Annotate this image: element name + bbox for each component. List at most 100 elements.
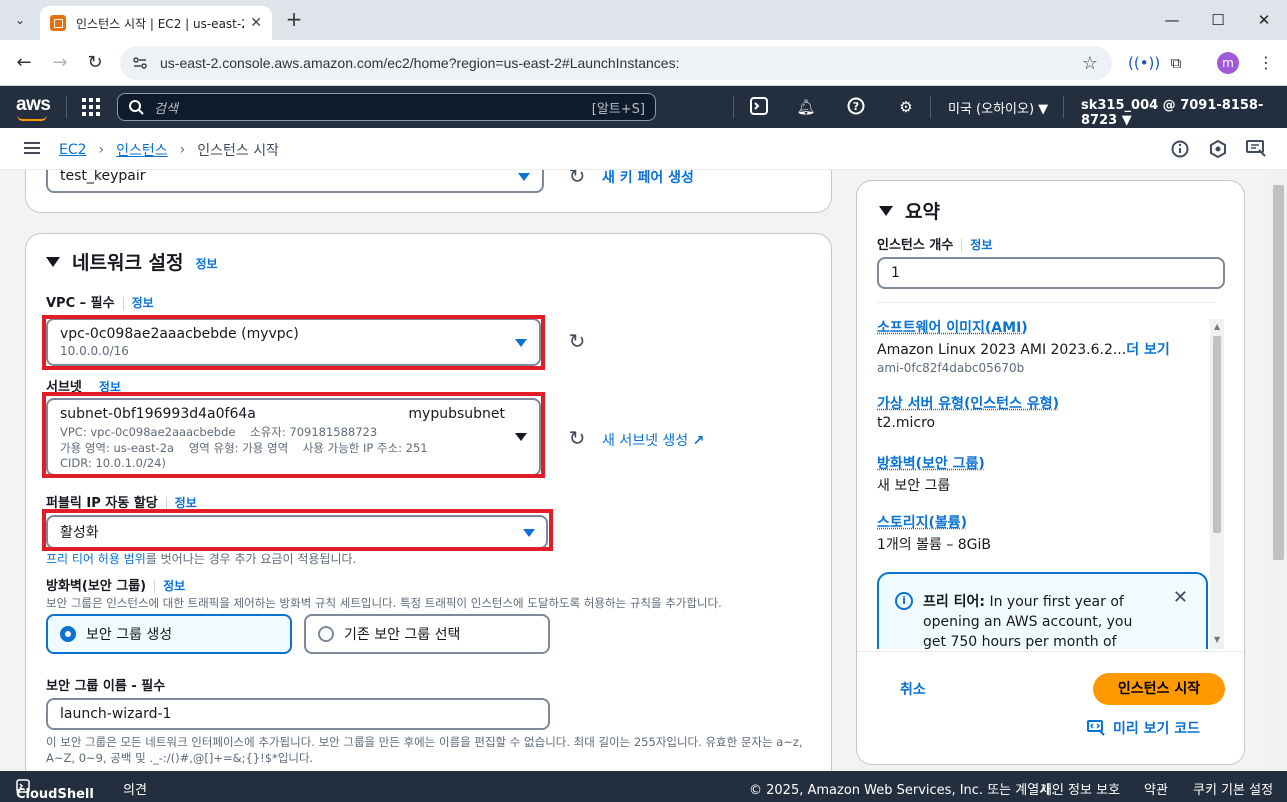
free-tier-title: 프리 티어: (923, 594, 985, 610)
info-circle-icon[interactable] (1170, 140, 1190, 160)
page-scroll-thumb[interactable] (1273, 185, 1284, 560)
feedback-link[interactable]: 의견 (123, 779, 147, 798)
shield-icon[interactable] (1208, 139, 1228, 160)
privacy-link[interactable]: 개인 정보 보호 (1040, 779, 1120, 798)
browser-menu-icon[interactable]: ⋮ (1258, 52, 1274, 74)
breadcrumb: EC2 › 인스턴스 › 인스턴스 시작 (59, 140, 279, 160)
firewall-summary-link[interactable]: 방화벽(보안 그룹) (877, 453, 985, 473)
account-menu[interactable]: sk315_004 @ 7091-8158-8723 ▼ (1081, 98, 1287, 128)
breadcrumb-current: 인스턴스 시작 (197, 143, 280, 159)
info-icon: i (895, 592, 913, 610)
launch-instance-button[interactable]: 인스턴스 시작 (1093, 673, 1225, 705)
vpc-label-row: VPC – 필수 정보 (46, 292, 154, 311)
instance-count-info-link[interactable]: 정보 (970, 238, 992, 252)
tab-close-icon[interactable]: ✕ (250, 15, 262, 31)
create-keypair-link[interactable]: 새 키 페어 생성 (602, 170, 694, 187)
refresh-vpc-icon[interactable]: ↻ (567, 331, 587, 351)
keypair-select-value: test_keypair (60, 170, 146, 184)
preview-code-button[interactable]: 미리 보기 코드 (1087, 718, 1200, 738)
ami-value-row: Amazon Linux 2023 AMI 2023.6.2...더 보기 (877, 339, 1170, 359)
keypair-select[interactable]: test_keypair (46, 170, 544, 193)
extensions-puzzle-icon[interactable]: ⧉ (1165, 52, 1187, 74)
bookmark-star-icon[interactable]: ☆ (1082, 53, 1098, 74)
instance-count-input[interactable]: 1 (877, 257, 1225, 289)
cloudshell-icon[interactable] (749, 97, 769, 117)
summary-details-scroll[interactable]: 소프트웨어 이미지(AMI) Amazon Linux 2023 AMI 202… (877, 317, 1208, 649)
storage-value: 1개의 볼륨 – 8GiB (877, 537, 992, 553)
breadcrumb-instances[interactable]: 인스턴스 (116, 140, 168, 160)
cloudshell-button[interactable]: CloudShell (16, 779, 94, 802)
aws-search-input[interactable]: 검색 [알트+S] (117, 93, 656, 121)
services-grid-icon[interactable] (82, 98, 100, 116)
vpc-label: VPC – 필수 (46, 296, 115, 311)
browser-toolbar: ← → ↻ us-east-2.console.aws.amazon.com/e… (0, 40, 1287, 86)
region-selector[interactable]: 미국 (오하이오) ▼ (948, 98, 1048, 117)
refresh-subnet-icon[interactable]: ↻ (567, 428, 587, 448)
search-placeholder: 검색 (154, 101, 178, 117)
highlight-subnet (42, 392, 545, 478)
summary-title: 요약 (905, 201, 940, 223)
scroll-down-arrow-icon[interactable]: ▼ (1214, 635, 1220, 644)
extension-broadcast-icon[interactable]: ((•)) (1128, 52, 1160, 74)
firewall-description: 보안 그룹은 인스턴스에 대한 트래픽을 제어하는 방화벽 규칙 세트입니다. … (46, 596, 722, 610)
network-settings-header[interactable]: 네트워크 설정 정보 (46, 248, 218, 275)
address-bar[interactable]: us-east-2.console.aws.amazon.com/ec2/hom… (120, 46, 1112, 80)
network-settings-panel: 네트워크 설정 정보 VPC – 필수 정보 vpc-0c098ae2aaacbe… (25, 233, 832, 771)
create-security-group-option[interactable]: 보안 그룹 생성 (46, 614, 292, 654)
reload-icon[interactable]: ↻ (83, 51, 107, 75)
summary-header[interactable]: 요약 (879, 197, 940, 224)
vpc-info-link[interactable]: 정보 (132, 296, 154, 310)
caret-down-icon (518, 173, 530, 181)
browser-tab-bar: ⌄ 인스턴스 시작 | EC2 | us-east-2 ✕ + — ☐ ✕ (0, 0, 1287, 40)
aws-favicon-icon (50, 15, 66, 31)
notifications-bell-icon[interactable]: 🔔︎ (796, 97, 816, 117)
network-settings-title: 네트워크 설정 (72, 252, 184, 274)
minimize-icon[interactable]: — (1149, 8, 1195, 32)
scroll-up-arrow-icon[interactable]: ▲ (1214, 322, 1220, 331)
cancel-button[interactable]: 취소 (900, 679, 926, 699)
instance-count-value: 1 (891, 265, 900, 281)
firewall-info-link[interactable]: 정보 (163, 579, 185, 593)
network-info-link[interactable]: 정보 (196, 255, 218, 272)
ami-more-link[interactable]: 더 보기 (1126, 342, 1170, 358)
feedback-screen-icon[interactable] (1246, 140, 1266, 160)
free-tier-link[interactable]: 프리 티어 허용 범위 (46, 552, 146, 566)
svg-text:?: ? (853, 100, 859, 113)
search-shortcut: [알트+S] (591, 101, 645, 117)
new-tab-plus-icon[interactable]: + (282, 8, 306, 32)
summary-scroll-thumb[interactable] (1213, 336, 1221, 533)
back-arrow-icon[interactable]: ← (12, 51, 36, 75)
storage-link[interactable]: 스토리지(볼륨) (877, 512, 991, 532)
terms-link[interactable]: 약관 (1144, 779, 1168, 798)
aws-logo[interactable]: aws (16, 94, 51, 121)
external-link-icon: ↗ (692, 433, 705, 449)
dismiss-close-icon[interactable]: ✕ (1173, 588, 1188, 608)
window-close-icon[interactable]: ✕ (1241, 8, 1287, 32)
ami-link[interactable]: 소프트웨어 이미지(AMI) (877, 317, 1170, 337)
site-info-icon[interactable] (132, 55, 148, 71)
console-footer: CloudShell 의견 © 2025, Amazon Web Service… (0, 771, 1287, 802)
maximize-icon[interactable]: ☐ (1195, 8, 1241, 32)
sg-name-input[interactable]: launch-wizard-1 (46, 698, 550, 730)
side-nav-menu-icon[interactable] (24, 142, 40, 154)
breadcrumb-ec2[interactable]: EC2 (59, 142, 87, 158)
profile-avatar[interactable]: m (1217, 52, 1239, 74)
url-text: us-east-2.console.aws.amazon.com/ec2/hom… (160, 55, 680, 71)
free-tier-note: 프리 티어 허용 범위를 벗어나는 경우 추가 요금이 적용됩니다. (46, 550, 356, 567)
cookie-settings-link[interactable]: 쿠키 기본 설정 (1193, 779, 1273, 798)
refresh-keypair-icon[interactable]: ↻ (567, 170, 587, 186)
public-ip-info-link[interactable]: 정보 (175, 496, 197, 510)
forward-arrow-icon[interactable]: → (48, 51, 72, 75)
sg-name-label: 보안 그룹 이름 - 필수 (46, 679, 166, 694)
create-subnet-text: 새 서브넷 생성 (602, 433, 689, 449)
settings-gear-icon[interactable]: ⚙ (896, 97, 916, 117)
aws-logo-text: aws (16, 94, 51, 115)
instance-type-link[interactable]: 가상 서버 유형(인스턴스 유형) (877, 393, 1059, 413)
create-subnet-link[interactable]: 새 서브넷 생성 ↗ (602, 430, 704, 450)
cloudshell-label: CloudShell (16, 787, 94, 802)
existing-security-group-option[interactable]: 기존 보안 그룹 선택 (304, 614, 550, 654)
help-icon[interactable]: ? (846, 97, 866, 117)
instance-type-value: t2.micro (877, 415, 936, 431)
browser-tab[interactable]: 인스턴스 시작 | EC2 | us-east-2 ✕ (40, 6, 272, 40)
tab-list-chevron-icon[interactable]: ⌄ (8, 8, 32, 32)
